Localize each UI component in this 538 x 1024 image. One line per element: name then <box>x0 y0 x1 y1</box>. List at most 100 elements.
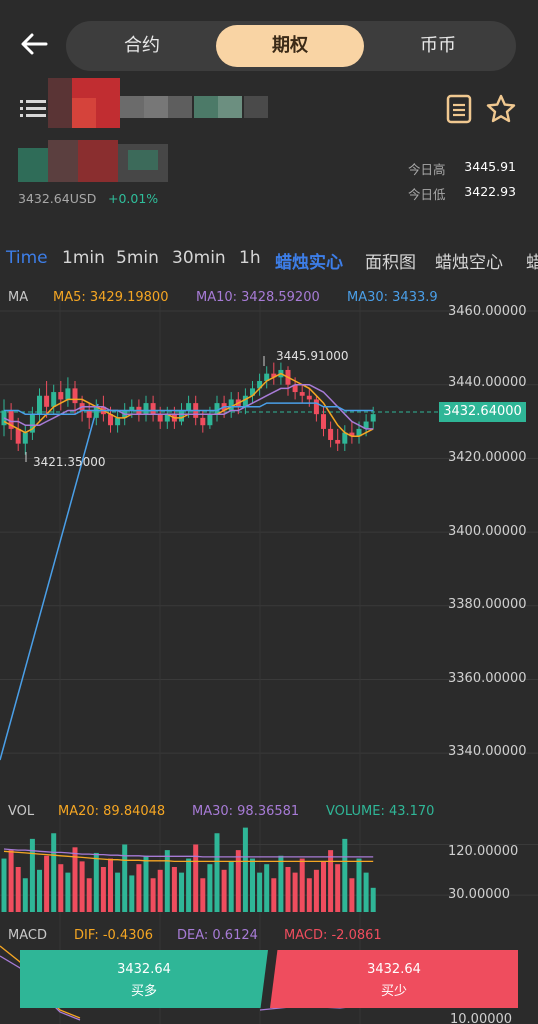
volume-bar <box>257 872 263 912</box>
volume-bar <box>193 844 199 912</box>
ma-label: MA <box>8 290 29 305</box>
candle-body <box>370 414 376 422</box>
volume-bar <box>22 878 28 912</box>
candle-body <box>44 395 50 407</box>
candles <box>1 362 376 455</box>
volume-bar <box>122 844 128 912</box>
candle-body <box>115 417 121 426</box>
buy-long-button[interactable]: 3432.64 买多 <box>20 950 268 1008</box>
volume-bar <box>328 850 334 912</box>
buy-short-button[interactable]: 3432.64 买少 <box>270 950 518 1008</box>
volume-bar <box>136 864 142 912</box>
vol-label: VOL <box>8 804 35 819</box>
candle-body <box>328 428 334 440</box>
volume-bar <box>214 833 220 912</box>
volume-bar <box>100 867 106 912</box>
ma5-value: MA5: 3429.19800 <box>53 290 169 305</box>
volume-bar <box>157 869 163 912</box>
candle-body <box>186 403 192 411</box>
volume-bar <box>37 869 42 912</box>
candle-body <box>200 417 206 426</box>
volume-bar <box>15 867 21 912</box>
volume-bar <box>342 838 348 912</box>
volume-bar <box>86 878 92 912</box>
buy-label: 买多 <box>130 984 157 999</box>
candle-body <box>228 399 234 411</box>
volume-bar <box>108 858 113 912</box>
vol-ma20-value: MA20: 89.84048 <box>58 804 166 819</box>
macd-axis-label: 10.00000 <box>450 1012 513 1024</box>
volume-bar <box>150 878 156 912</box>
candle-body <box>58 392 64 400</box>
volume-bar <box>221 869 227 912</box>
price-axis-label: 3360.00000 <box>448 671 527 686</box>
candle-body <box>15 428 21 444</box>
price-axis-label: 3460.00000 <box>448 304 527 319</box>
low-marker-label: 3421.35000 <box>33 455 106 469</box>
volume-bar <box>93 852 99 912</box>
volume-bar <box>278 855 284 912</box>
candle-body <box>22 432 28 444</box>
candle-body <box>157 414 163 422</box>
volume-bar <box>264 864 270 912</box>
candle-body <box>37 395 42 415</box>
candle-body <box>86 410 92 418</box>
macd-label: MACD <box>8 928 47 943</box>
volume-bar <box>143 855 149 912</box>
volume-bar <box>306 878 312 912</box>
vol-ma30-value: MA30: 98.36581 <box>192 804 300 819</box>
volume-bar <box>321 861 326 912</box>
candle-body <box>207 414 213 426</box>
volume-bar <box>313 869 319 912</box>
price-axis-label: 3340.00000 <box>448 744 527 759</box>
ma-indicator-row: MA MA5: 3429.19800 MA10: 3428.59200 MA30… <box>0 290 440 310</box>
ma30-value: MA30: 3433.9 <box>347 290 438 305</box>
candle-body <box>306 395 312 400</box>
volume-bar <box>79 861 85 912</box>
price-axis-label: 3380.00000 <box>448 597 527 612</box>
volume-bar <box>200 878 206 912</box>
candle-body <box>335 439 341 444</box>
volume-bar <box>186 858 192 912</box>
candle-body <box>65 388 71 400</box>
volume-bar <box>292 872 298 912</box>
candle-body <box>72 388 78 404</box>
volume-bar <box>356 858 362 912</box>
candle-body <box>321 414 326 429</box>
macd-value: MACD: -2.0861 <box>284 928 382 943</box>
volume-bar <box>58 864 64 912</box>
buy-price: 3432.64 <box>117 962 171 977</box>
volume-axis-label: 120.00000 <box>448 844 519 859</box>
volume-bar <box>335 864 341 912</box>
volume-bar <box>171 867 177 912</box>
candlestick-chart[interactable]: 3445.91000 3421.35000 <box>0 0 538 1024</box>
ma10-value: MA10: 3428.59200 <box>196 290 320 305</box>
current-price-tag: 3432.64000 <box>439 402 526 422</box>
macd-dea-value: DEA: 0.6124 <box>177 928 258 943</box>
volume-bar <box>370 887 376 912</box>
volume-bar <box>164 850 170 912</box>
volume-bar <box>29 838 35 912</box>
volume-bar <box>349 878 355 912</box>
volume-axis-label: 30.00000 <box>448 887 511 902</box>
sell-price: 3432.64 <box>367 962 421 977</box>
volume-bar <box>65 872 71 912</box>
volume-bar <box>235 850 241 912</box>
volume-bar <box>363 872 369 912</box>
macd-indicator-row: MACD DIF: -0.4306 DEA: 0.6124 MACD: -2.0… <box>0 928 440 948</box>
volume-bar <box>285 867 291 912</box>
volume-bars <box>1 827 376 912</box>
price-axis-label: 3420.00000 <box>448 450 527 465</box>
price-axis-label: 3440.00000 <box>448 375 527 390</box>
volume-bar <box>207 864 213 912</box>
volume-bar <box>299 858 305 912</box>
volume-value: VOLUME: 43.170 <box>326 804 435 819</box>
price-axis-label: 3400.00000 <box>448 524 527 539</box>
volume-bar <box>271 878 277 912</box>
high-marker-label: 3445.91000 <box>276 349 349 363</box>
candle-body <box>143 403 149 415</box>
sell-label: 买少 <box>380 984 407 999</box>
candle-body <box>179 410 184 422</box>
volume-indicator-row: VOL MA20: 89.84048 MA30: 98.36581 VOLUME… <box>0 804 440 824</box>
volume-bar <box>44 855 50 912</box>
